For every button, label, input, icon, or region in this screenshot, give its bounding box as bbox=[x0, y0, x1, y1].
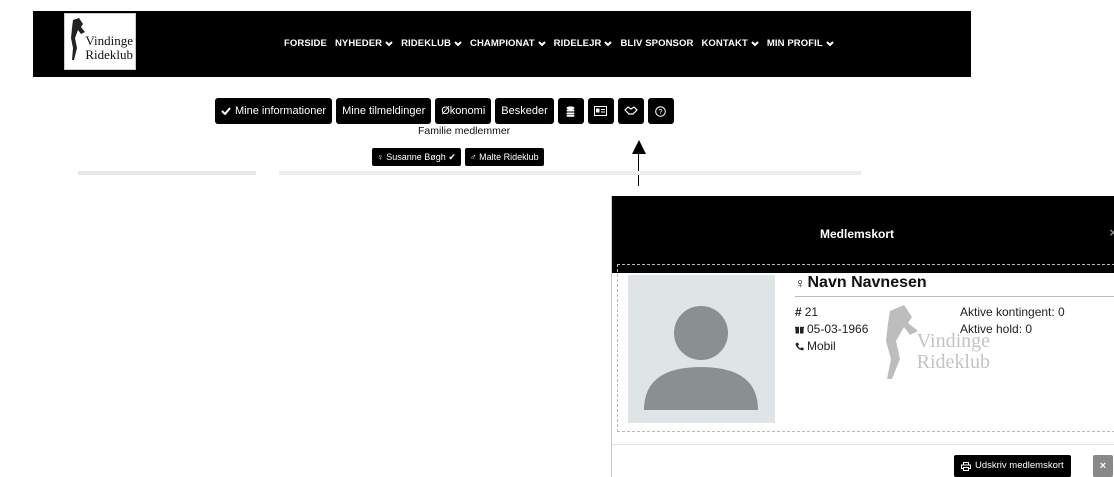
active-subscription: Aktive kontingent: 0 bbox=[960, 305, 1065, 319]
profile-tabs: Mine informationer Mine tilmeldinger Øko… bbox=[215, 98, 674, 124]
tab-mine-tilmeldinger[interactable]: Mine tilmeldinger bbox=[336, 98, 432, 124]
family-member-button[interactable]: ♂ Malte Rideklub bbox=[464, 148, 544, 166]
nav-nyheder[interactable]: NYHEDER bbox=[335, 38, 393, 49]
person-male-icon: ♂ bbox=[469, 152, 477, 162]
chevron-down-icon bbox=[604, 40, 613, 46]
phone-icon bbox=[795, 342, 804, 350]
person-female-icon: ♀ bbox=[795, 275, 806, 291]
tab-okonomi[interactable]: Økonomi bbox=[435, 98, 492, 124]
avatar-placeholder-icon bbox=[644, 306, 758, 410]
nav-kontakt[interactable]: KONTAKT bbox=[701, 38, 759, 49]
active-teams: Aktive hold: 0 bbox=[960, 322, 1033, 336]
help-icon: ? bbox=[655, 105, 667, 117]
chevron-down-icon bbox=[751, 40, 759, 46]
check-icon bbox=[221, 107, 231, 115]
name-divider bbox=[795, 296, 1114, 297]
annotation-arrow-line bbox=[638, 148, 639, 186]
member-birthdate: 05-03-1966 bbox=[795, 322, 868, 336]
annotation-arrow-head bbox=[632, 140, 646, 154]
modal-title: Medlemskort bbox=[819, 227, 895, 241]
nav-ridelejr[interactable]: RIDELEJR bbox=[554, 38, 613, 49]
chevron-down-icon bbox=[826, 40, 834, 46]
nav-min-profil[interactable]: MIN PROFIL bbox=[767, 38, 834, 49]
family-member-button[interactable]: ♀ Susanne Bøgh ✔ bbox=[372, 148, 461, 166]
handshake-icon bbox=[623, 106, 638, 115]
member-number: # 21 bbox=[795, 305, 819, 319]
gift-icon bbox=[795, 326, 804, 333]
chevron-down-icon bbox=[385, 40, 393, 46]
tab-help[interactable]: ? bbox=[647, 98, 674, 124]
main-menu: FORSIDE NYHEDER RIDEKLUB CHAMPIONAT RIDE… bbox=[284, 38, 834, 49]
hash-icon: # bbox=[795, 305, 802, 319]
tab-membership-card[interactable] bbox=[587, 98, 614, 124]
tab-handshake[interactable] bbox=[617, 98, 644, 124]
tab-database[interactable] bbox=[557, 98, 584, 124]
chevron-down-icon bbox=[454, 40, 462, 46]
member-phone: Mobil bbox=[795, 339, 836, 353]
nav-championat[interactable]: CHAMPIONAT bbox=[470, 38, 546, 49]
family-members-label: Familie medlemmer bbox=[418, 125, 511, 137]
person-female-icon: ♀ bbox=[377, 152, 384, 162]
nav-bliv-sponsor[interactable]: BLIV SPONSOR bbox=[620, 38, 693, 49]
nav-forside[interactable]: FORSIDE bbox=[284, 38, 327, 49]
printer-icon bbox=[961, 461, 971, 471]
modal-close-icon[interactable]: × bbox=[1109, 225, 1114, 240]
chevron-down-icon bbox=[537, 40, 546, 46]
modal-header: Medlemskort × bbox=[612, 196, 1114, 273]
database-icon bbox=[566, 105, 575, 117]
membership-card-modal: Medlemskort × Vindinge Rideklub ♀ Navn N… bbox=[611, 196, 1114, 477]
tab-beskeder[interactable]: Beskeder bbox=[495, 98, 554, 124]
close-modal-button[interactable]: × bbox=[1093, 455, 1113, 477]
membership-card: Vindinge Rideklub ♀ Navn Navnesen # 21 0… bbox=[617, 264, 1114, 432]
family-members: ♀ Susanne Bøgh ✔ ♂ Malte Rideklub bbox=[372, 148, 544, 166]
svg-text:?: ? bbox=[659, 109, 663, 116]
club-logo[interactable]: Vindinge Rideklub bbox=[64, 13, 136, 70]
tab-mine-informationer[interactable]: Mine informationer bbox=[215, 98, 333, 124]
content-panel-right bbox=[279, 171, 861, 175]
logo-text: Vindinge Rideklub bbox=[85, 33, 133, 62]
nav-rideklub[interactable]: RIDEKLUB bbox=[401, 38, 462, 49]
print-membership-card-button[interactable]: Udskriv medlemskort bbox=[954, 455, 1071, 477]
content-panel-left bbox=[78, 171, 256, 175]
avatar bbox=[628, 275, 775, 423]
check-icon: ✔ bbox=[448, 152, 456, 162]
member-name: ♀ Navn Navnesen bbox=[795, 274, 927, 291]
id-card-icon bbox=[594, 106, 608, 116]
modal-footer-divider bbox=[612, 444, 1114, 445]
